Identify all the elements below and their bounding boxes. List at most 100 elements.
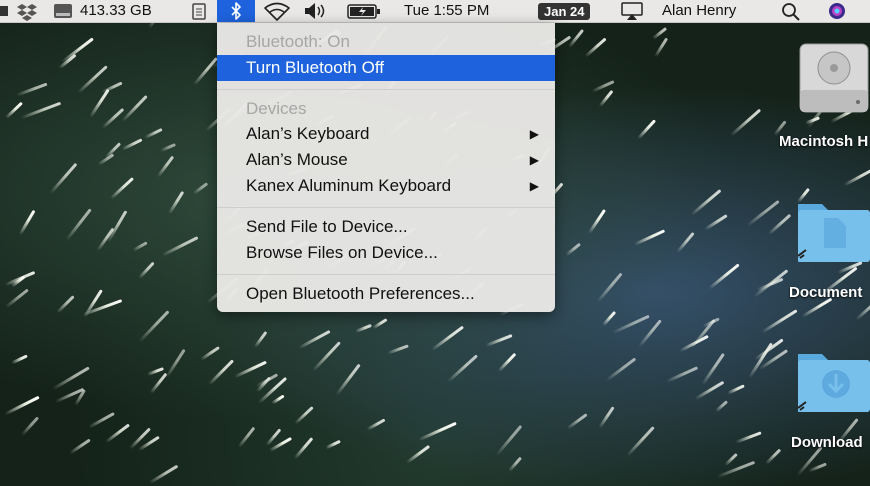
- wallpaper-streak: [753, 269, 789, 298]
- turn-bluetooth-off-label: Turn Bluetooth Off: [246, 58, 384, 77]
- wallpaper-streak: [676, 232, 695, 254]
- wallpaper-streak: [708, 262, 740, 290]
- wallpaper-streak: [294, 436, 314, 460]
- wallpaper-streak: [69, 438, 92, 455]
- menu-separator: [217, 89, 555, 90]
- wallpaper-streak: [254, 331, 268, 349]
- wallpaper-streak: [106, 210, 128, 244]
- wifi-icon[interactable]: [263, 0, 291, 22]
- wallpaper-streak: [372, 317, 388, 330]
- wallpaper-streak: [584, 37, 607, 58]
- wallpaper-streak: [16, 82, 48, 97]
- wallpaper-streak: [192, 182, 209, 195]
- submenu-arrow-icon: ▶: [529, 153, 539, 167]
- open-bluetooth-preferences-label: Open Bluetooth Preferences...: [246, 284, 475, 303]
- wallpaper-streak: [3, 395, 40, 416]
- wallpaper-streak: [764, 448, 782, 465]
- menu-bar: 413.33 GB Tue 1:55 PM Jan 24 Alan Henry: [0, 0, 870, 23]
- device-label: Kanex Aluminum Keyboard: [246, 176, 452, 195]
- wallpaper-streak: [146, 366, 164, 376]
- wallpaper-streak: [121, 137, 143, 151]
- wallpaper-streak: [767, 213, 792, 236]
- submenu-arrow-icon: ▶: [529, 127, 539, 141]
- wallpaper-streak: [354, 323, 372, 333]
- documents-folder-icon[interactable]: [796, 196, 870, 271]
- wallpaper-streak: [690, 189, 722, 216]
- date-badge[interactable]: Jan 24: [538, 3, 591, 20]
- disk-space-text[interactable]: 413.33 GB: [80, 0, 152, 22]
- wallpaper-streak: [148, 464, 178, 485]
- devices-header: Devices: [217, 96, 555, 122]
- documents-folder-label: Document: [789, 284, 863, 301]
- bluetooth-icon[interactable]: [217, 0, 255, 22]
- wallpaper-streak: [598, 89, 614, 108]
- open-bluetooth-preferences-item[interactable]: Open Bluetooth Preferences...: [217, 281, 555, 307]
- dropbox-icon[interactable]: [16, 0, 40, 22]
- airplay-icon[interactable]: [620, 0, 644, 22]
- browse-files-item[interactable]: Browse Files on Device...: [217, 240, 555, 266]
- wallpaper-streak: [568, 28, 585, 48]
- wallpaper-streak: [626, 425, 655, 457]
- devices-header-label: Devices: [246, 99, 307, 118]
- menu-separator: [217, 207, 555, 208]
- bluetooth-status: Bluetooth: On: [217, 29, 555, 55]
- battery-icon[interactable]: [347, 0, 381, 22]
- turn-bluetooth-off-item[interactable]: Turn Bluetooth Off: [217, 55, 555, 81]
- wallpaper-streak: [843, 168, 870, 187]
- wallpaper-streak: [761, 309, 798, 334]
- submenu-arrow-icon: ▶: [529, 179, 539, 193]
- wallpaper-streak: [417, 421, 457, 441]
- browse-files-label: Browse Files on Device...: [246, 243, 438, 262]
- wallpaper-streak: [605, 357, 636, 382]
- wallpaper-streak: [598, 406, 615, 430]
- bluetooth-status-label: Bluetooth: On: [246, 32, 350, 51]
- wallpaper-streak: [161, 235, 199, 257]
- device-item-alans-mouse[interactable]: Alan’s Mouse ▶: [217, 147, 555, 173]
- wallpaper-streak: [497, 352, 517, 373]
- user-name-menu[interactable]: Alan Henry: [662, 0, 736, 22]
- wallpaper-streak: [65, 208, 92, 242]
- wallpaper-streak: [596, 271, 623, 303]
- clock-text[interactable]: Tue 1:55 PM: [404, 0, 489, 22]
- wallpaper-streak: [165, 349, 186, 379]
- send-file-item[interactable]: Send File to Device...: [217, 214, 555, 240]
- wallpaper-streak: [49, 163, 78, 195]
- send-file-label: Send File to Device...: [246, 217, 408, 236]
- wallpaper-streak: [19, 209, 37, 236]
- device-item-alans-keyboard[interactable]: Alan’s Keyboard ▶: [217, 121, 555, 147]
- wallpaper-streak: [325, 439, 342, 450]
- macintosh-hd-icon[interactable]: [798, 38, 870, 123]
- wallpaper-streak: [192, 57, 218, 87]
- device-label: Alan’s Mouse: [246, 150, 348, 169]
- wallpaper-streak: [60, 37, 94, 64]
- wallpaper-streak: [294, 406, 314, 425]
- wallpaper-streak: [638, 319, 663, 348]
- device-item-kanex-keyboard[interactable]: Kanex Aluminum Keyboard ▶: [217, 173, 555, 199]
- disk-space-icon[interactable]: [53, 0, 75, 22]
- wallpaper-streak: [447, 353, 479, 383]
- wallpaper-streak: [729, 108, 762, 137]
- wallpaper-streak: [727, 384, 745, 395]
- spotlight-search-icon[interactable]: [780, 0, 802, 22]
- wallpaper-streak: [121, 95, 148, 123]
- siri-icon[interactable]: [826, 0, 848, 22]
- volume-icon[interactable]: [303, 0, 329, 22]
- wallpaper-streak: [233, 360, 267, 379]
- wallpaper-streak: [21, 417, 40, 437]
- wallpaper-streak: [83, 288, 103, 318]
- wallpaper-streak: [312, 341, 342, 372]
- wallpaper-streak: [746, 199, 780, 227]
- menubar-extra-icon[interactable]: [0, 0, 10, 22]
- wallpaper-streak: [167, 190, 185, 215]
- downloads-folder-icon[interactable]: [796, 346, 870, 421]
- clipboard-icon[interactable]: [190, 0, 208, 22]
- macintosh-hd-label: Macintosh H: [779, 133, 869, 150]
- wallpaper-streak: [298, 329, 331, 349]
- wallpaper-streak: [89, 88, 110, 118]
- wallpaper-streak: [56, 295, 75, 314]
- wallpaper-streak: [270, 394, 285, 405]
- wallpaper-streak: [5, 289, 29, 309]
- wallpaper-streak: [237, 426, 256, 448]
- wallpaper-streak: [88, 412, 115, 430]
- wallpaper-streak: [144, 128, 163, 140]
